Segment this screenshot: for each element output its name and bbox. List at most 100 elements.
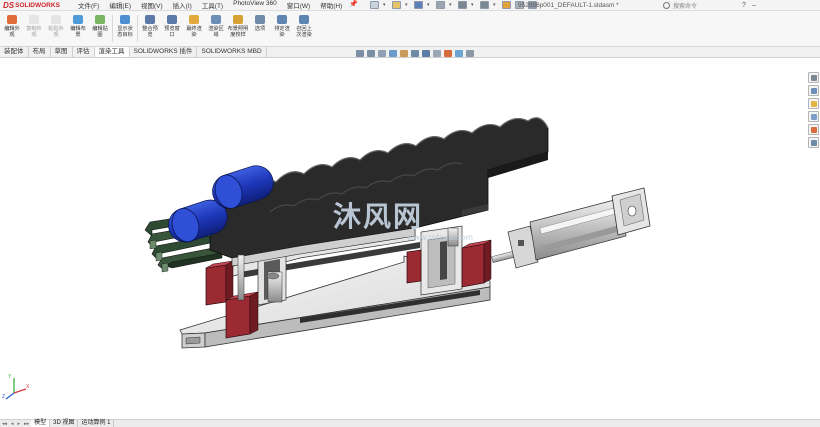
home-button[interactable] [808, 72, 819, 83]
coordinate-triad [5, 378, 27, 400]
section-view-icon[interactable] [389, 50, 397, 57]
tab-0[interactable]: 装配体 [0, 47, 29, 57]
menu-tools[interactable]: 工具(T) [197, 0, 228, 10]
tab-4[interactable]: 渲染工具 [94, 47, 130, 57]
chevron-down-icon[interactable]: ▾ [383, 1, 388, 9]
view-orientation-icon[interactable] [411, 50, 419, 57]
tab-scroll-button[interactable]: ▸▸ [22, 421, 31, 427]
home-icon [810, 74, 817, 81]
edit-scene-button[interactable]: 编辑布景 [67, 11, 89, 46]
tab-5[interactable]: SOLIDWORKS 插件 [130, 47, 198, 57]
menu-insert[interactable]: 插入(I) [168, 0, 197, 10]
command-label-line2: 度校样 [230, 32, 246, 38]
bottom-tab-1[interactable]: 3D 视图 [50, 420, 79, 427]
graphics-area[interactable]: 沐风网 www.mfcad.com Y X Z [0, 58, 808, 419]
view-palette-icon [810, 113, 817, 120]
display-style-icon[interactable] [422, 50, 430, 57]
command-label-line2: 染 [191, 32, 197, 38]
edit-scene-icon [73, 15, 83, 24]
appearances-button[interactable] [808, 124, 819, 135]
preview-window-button[interactable]: 预览窗口 [161, 11, 183, 46]
bottom-tab-2[interactable]: 运动算例 1 [78, 420, 115, 427]
file-explorer-button[interactable] [808, 98, 819, 109]
bottom-tab-0[interactable]: 模型 [31, 420, 51, 427]
menu-window[interactable]: 窗口(W) [282, 0, 315, 10]
command-label-line2: 观 [31, 32, 37, 38]
schedule-render-button[interactable]: 排定渲染 [271, 11, 293, 46]
heads-up-view-toolbar [356, 50, 474, 57]
title-right-controls: ? – [742, 0, 756, 11]
pin-menu-icon[interactable]: 📌 [349, 0, 358, 10]
dynamic-annotation-icon[interactable] [400, 50, 408, 57]
tab-2[interactable]: 草图 [51, 47, 73, 57]
new-doc-icon[interactable] [369, 1, 379, 9]
menu-bar: 文件(F) 编辑(E) 视图(V) 插入(I) 工具(T) PhotoView … [73, 0, 358, 10]
triad-z-label: Z [2, 394, 6, 400]
tab-3[interactable]: 评估 [73, 47, 95, 57]
menu-help[interactable]: 帮助(H) [315, 0, 347, 10]
menu-photoview[interactable]: PhotoView 360 [228, 0, 282, 10]
options-gear-button[interactable]: 选项 [249, 11, 271, 46]
search-icon [663, 2, 670, 9]
command-label: 选项 [254, 26, 266, 32]
zoom-area-icon[interactable] [367, 50, 375, 57]
chevron-down-icon[interactable]: ▾ [427, 1, 432, 9]
edit-appearance-icon [7, 15, 17, 24]
copy-appearance-button[interactable]: 复制外观 [23, 11, 45, 46]
paste-appearance-icon [51, 15, 61, 24]
edit-appearance-button[interactable]: 编辑外观 [1, 11, 23, 46]
chevron-down-icon[interactable]: ▾ [471, 1, 476, 9]
edit-decal-button[interactable]: 编辑贴图 [89, 11, 111, 46]
edit-appearance-hud-icon[interactable] [444, 50, 452, 57]
air-cylinder[interactable] [491, 187, 651, 269]
tab-6[interactable]: SOLIDWORKS MBD [197, 47, 267, 57]
watermark-url: www.mfcad.com [407, 233, 474, 242]
render-region-button[interactable]: 渲染区域 [205, 11, 227, 46]
recall-render-button[interactable]: 召回上 次渲染 [293, 11, 315, 46]
hide-show-icon[interactable] [433, 50, 441, 57]
tab-scroll-button[interactable]: ◂◂ [0, 421, 9, 427]
preview-window-icon [167, 15, 177, 24]
minimize-icon[interactable]: – [752, 0, 756, 11]
command-label-line2: 览 [147, 32, 153, 38]
custom-properties-icon [810, 139, 817, 146]
view-palette-button[interactable] [808, 111, 819, 122]
menu-edit[interactable]: 编辑(E) [104, 0, 136, 10]
final-render-button[interactable]: 最终渲染 [183, 11, 205, 46]
chevron-down-icon[interactable]: ▾ [449, 1, 454, 9]
menu-view[interactable]: 视图(V) [136, 0, 168, 10]
menu-file[interactable]: 文件(F) [73, 0, 104, 10]
triad-x-label: X [26, 384, 30, 390]
assembly-model[interactable] [0, 58, 808, 419]
save-icon[interactable] [413, 1, 423, 9]
scene-illumination-icon [233, 15, 243, 24]
solidworks-logo[interactable]: DS SOLIDWORKS [0, 1, 68, 10]
previous-view-icon[interactable] [378, 50, 386, 57]
scene-illumination-button[interactable]: 布景照明 度校样 [227, 11, 249, 46]
apply-scene-icon[interactable] [455, 50, 463, 57]
undo-icon[interactable] [457, 1, 467, 9]
final-render-icon [189, 15, 199, 24]
integrated-preview-button[interactable]: 整合预览 [139, 11, 161, 46]
paste-appearance-button[interactable]: 粘贴外观 [45, 11, 67, 46]
zoom-fit-icon[interactable] [356, 50, 364, 57]
rebuild-icon[interactable] [501, 1, 511, 9]
title-bar: DS SOLIDWORKS 文件(F) 编辑(E) 视图(V) 插入(I) 工具… [0, 0, 820, 11]
select-icon[interactable] [479, 1, 489, 9]
view-settings-icon[interactable] [466, 50, 474, 57]
bottom-tabs: ◂◂ ◂ ▸ ▸▸ 模型 3D 视图 运动算例 1 [0, 419, 820, 427]
watermark-text: 沐风网 [333, 200, 424, 233]
command-search[interactable]: 搜索命令 [663, 1, 735, 10]
custom-properties-button[interactable] [808, 137, 819, 148]
tab-1[interactable]: 布局 [29, 47, 51, 57]
show-target-button[interactable]: 显示状 态目标 [114, 11, 136, 46]
print-icon[interactable] [435, 1, 445, 9]
chevron-down-icon[interactable]: ▾ [493, 1, 498, 9]
show-target-icon [120, 15, 130, 24]
command-label-line2: 口 [169, 32, 175, 38]
chevron-down-icon[interactable]: ▾ [405, 1, 410, 9]
schedule-render-icon [277, 15, 287, 24]
open-icon[interactable] [391, 1, 401, 9]
help-icon[interactable]: ? [742, 0, 746, 11]
design-library-button[interactable] [808, 85, 819, 96]
